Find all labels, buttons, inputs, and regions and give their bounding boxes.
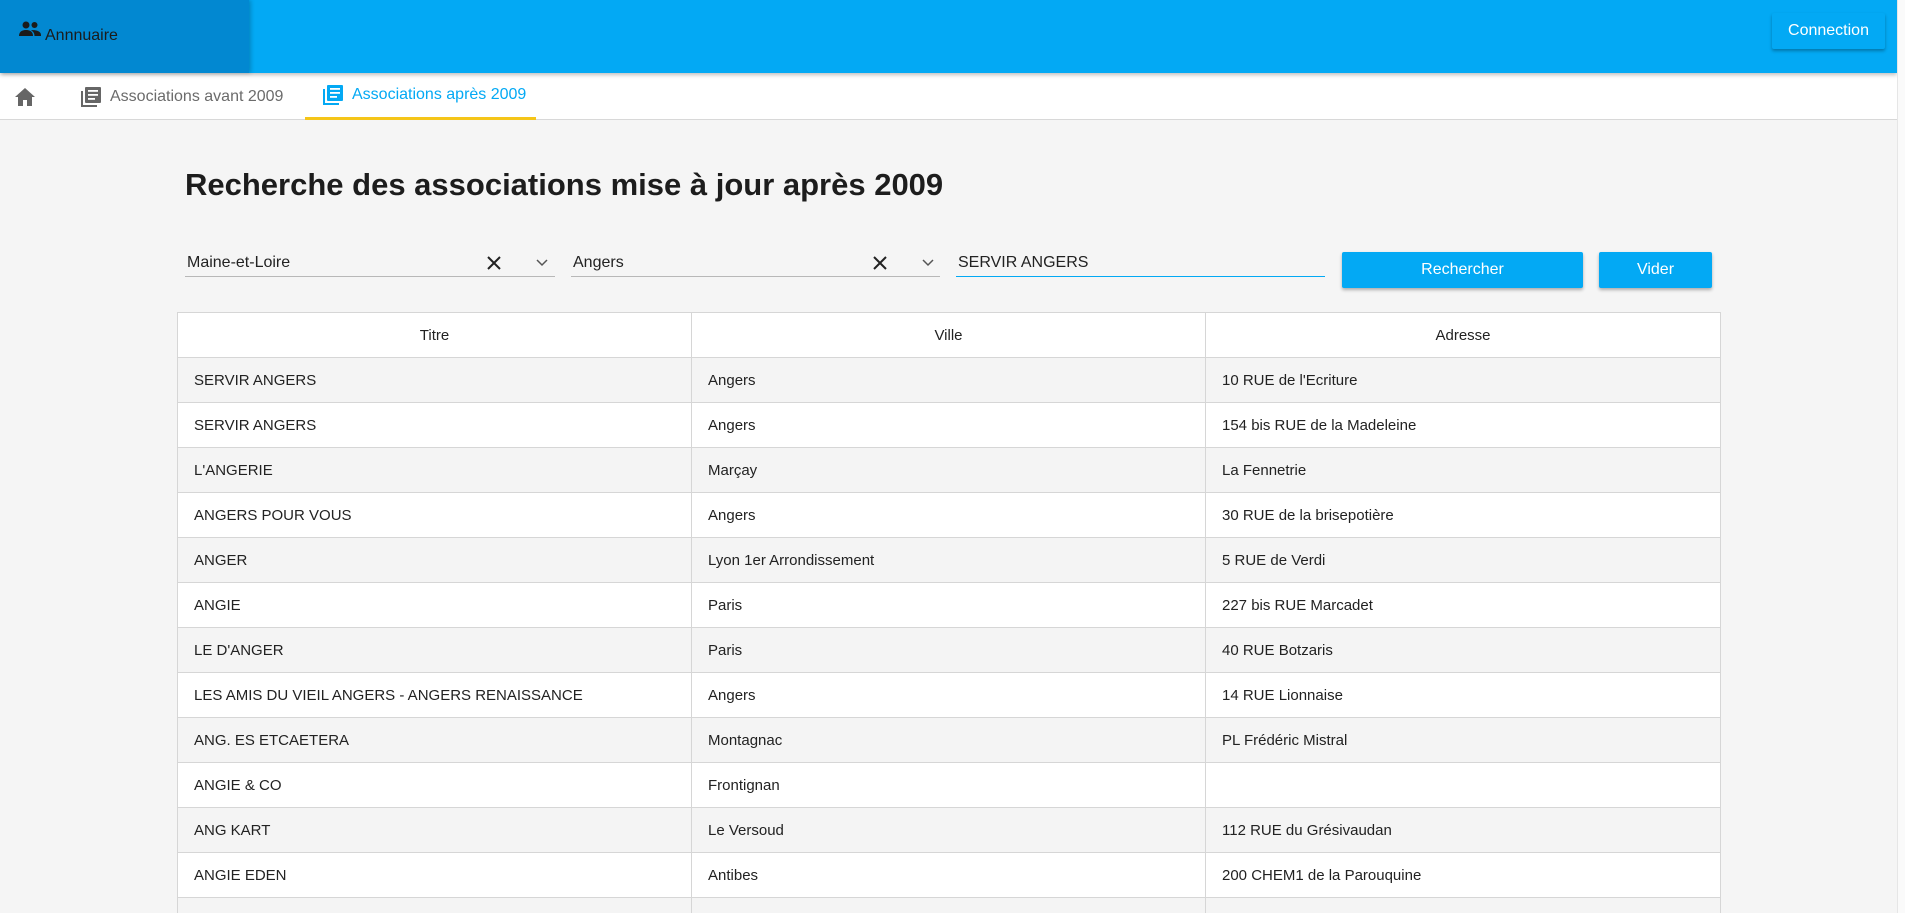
library-books-icon xyxy=(81,86,101,107)
cell-titre: ANGERS POUR VOUS xyxy=(177,492,692,538)
cell-adresse xyxy=(1205,762,1721,808)
table-row[interactable]: ANGIE EDEN Antibes 200 CHEM1 de la Parou… xyxy=(177,852,1721,898)
column-header-titre[interactable]: Titre xyxy=(177,312,692,358)
table-row[interactable]: LE D'ANGER Paris 40 RUE Botzaris xyxy=(177,627,1721,673)
table-row[interactable]: ANGIE & CO Frontignan xyxy=(177,762,1721,808)
table-row[interactable]: ANGIE Paris 227 bis RUE Marcadet xyxy=(177,582,1721,628)
tab-associations-before-2009[interactable]: Associations avant 2009 xyxy=(80,73,283,120)
results-table: Titre Ville Adresse SERVIR ANGERS Angers… xyxy=(177,312,1721,913)
clear-button[interactable]: Vider xyxy=(1599,252,1712,288)
cell-ville: Paris xyxy=(691,627,1206,673)
cell-titre: ANGER xyxy=(177,537,692,583)
cell-ville: Angers xyxy=(691,492,1206,538)
cell-ville: Frontignan xyxy=(691,762,1206,808)
cell-ville: Antibes xyxy=(691,852,1206,898)
cell-adresse: PL Frédéric Mistral xyxy=(1205,717,1721,763)
search-field[interactable] xyxy=(956,250,1325,277)
table-row[interactable]: LES AMIS DU VIEIL ANGERS - ANGERS RENAIS… xyxy=(177,672,1721,718)
table-row[interactable]: ANG KART Le Versoud 112 RUE du Grésivaud… xyxy=(177,807,1721,853)
cell-ville: Le Versoud xyxy=(691,807,1206,853)
cell-ville: Marçay xyxy=(691,447,1206,493)
tab-associations-after-2009[interactable]: Associations après 2009 xyxy=(305,73,537,120)
chevron-down-icon[interactable] xyxy=(922,259,934,267)
people-icon xyxy=(19,21,41,36)
tab-before-label: Associations avant 2009 xyxy=(110,87,284,105)
app-header: Annnuaire Connection xyxy=(0,0,1897,73)
cell-titre xyxy=(177,897,692,913)
cell-ville: Angers xyxy=(691,402,1206,448)
cell-adresse: 200 CHEM1 de la Parouquine xyxy=(1205,852,1721,898)
cell-adresse: 40 RUE Botzaris xyxy=(1205,627,1721,673)
table-row[interactable] xyxy=(177,897,1721,913)
app-brand[interactable]: Annnuaire xyxy=(0,0,249,73)
cell-adresse: 112 RUE du Grésivaudan xyxy=(1205,807,1721,853)
tab-bar: Associations avant 2009 Associations apr… xyxy=(0,73,1897,120)
app-brand-label: Annnuaire xyxy=(45,27,118,44)
cell-ville xyxy=(691,897,1206,913)
cell-ville: Lyon 1er Arrondissement xyxy=(691,537,1206,583)
cell-adresse: 14 RUE Lionnaise xyxy=(1205,672,1721,718)
page-scrollbar[interactable] xyxy=(1897,0,1905,913)
home-icon xyxy=(15,87,35,106)
department-select[interactable]: Maine-et-Loire xyxy=(185,250,555,277)
cell-titre: ANG KART xyxy=(177,807,692,853)
cell-titre: SERVIR ANGERS xyxy=(177,402,692,448)
page-title: Recherche des associations mise à jour a… xyxy=(185,167,944,202)
cell-titre: ANG. ES ETCAETERA xyxy=(177,717,692,763)
tab-after-label: Associations après 2009 xyxy=(352,86,527,103)
table-row[interactable]: L'ANGERIE Marçay La Fennetrie xyxy=(177,447,1721,493)
cell-adresse: 5 RUE de Verdi xyxy=(1205,537,1721,583)
cell-titre: ANGIE EDEN xyxy=(177,852,692,898)
cell-ville: Paris xyxy=(691,582,1206,628)
column-header-ville[interactable]: Ville xyxy=(691,312,1206,358)
clear-icon[interactable] xyxy=(873,256,887,270)
cell-adresse: 154 bis RUE de la Madeleine xyxy=(1205,402,1721,448)
table-row[interactable]: ANGER Lyon 1er Arrondissement 5 RUE de V… xyxy=(177,537,1721,583)
cell-titre: L'ANGERIE xyxy=(177,447,692,493)
connection-button[interactable]: Connection xyxy=(1772,13,1885,49)
department-value: Maine-et-Loire xyxy=(187,254,291,271)
cell-titre: LES AMIS DU VIEIL ANGERS - ANGERS RENAIS… xyxy=(177,672,692,718)
library-books-icon xyxy=(323,85,343,105)
city-value: Angers xyxy=(573,254,624,271)
cell-adresse: La Fennetrie xyxy=(1205,447,1721,493)
table-row[interactable]: SERVIR ANGERS Angers 154 bis RUE de la M… xyxy=(177,402,1721,448)
cell-titre: SERVIR ANGERS xyxy=(177,357,692,403)
cell-titre: ANGIE xyxy=(177,582,692,628)
clear-icon[interactable] xyxy=(487,256,501,270)
search-button[interactable]: Rechercher xyxy=(1342,252,1583,288)
cell-adresse: 30 RUE de la brisepotière xyxy=(1205,492,1721,538)
cell-ville: Angers xyxy=(691,672,1206,718)
cell-ville: Montagnac xyxy=(691,717,1206,763)
cell-ville: Angers xyxy=(691,357,1206,403)
tab-home[interactable] xyxy=(14,73,44,120)
column-header-adresse[interactable]: Adresse xyxy=(1205,312,1721,358)
search-input[interactable] xyxy=(958,252,1318,274)
cell-adresse xyxy=(1205,897,1721,913)
table-header-row: Titre Ville Adresse xyxy=(177,312,1721,358)
cell-adresse: 10 RUE de l'Ecriture xyxy=(1205,357,1721,403)
chevron-down-icon[interactable] xyxy=(536,259,548,267)
cell-adresse: 227 bis RUE Marcadet xyxy=(1205,582,1721,628)
table-row[interactable]: ANG. ES ETCAETERA Montagnac PL Frédéric … xyxy=(177,717,1721,763)
table-row[interactable]: ANGERS POUR VOUS Angers 30 RUE de la bri… xyxy=(177,492,1721,538)
city-select[interactable]: Angers xyxy=(571,250,940,277)
cell-titre: LE D'ANGER xyxy=(177,627,692,673)
table-row[interactable]: SERVIR ANGERS Angers 10 RUE de l'Ecritur… xyxy=(177,357,1721,403)
cell-titre: ANGIE & CO xyxy=(177,762,692,808)
